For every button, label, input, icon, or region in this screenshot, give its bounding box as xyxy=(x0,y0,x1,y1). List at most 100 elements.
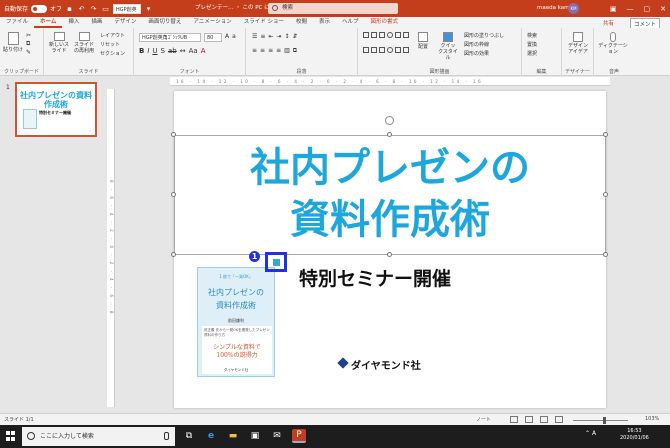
shapes-gallery[interactable] xyxy=(363,32,409,60)
format-painter-icon[interactable]: ✎ xyxy=(26,49,31,56)
minimize-icon[interactable]: — xyxy=(627,5,634,13)
store-icon[interactable]: ▣ xyxy=(248,429,262,443)
arrange-button[interactable]: 配置 xyxy=(418,32,428,50)
avatar[interactable]: KM xyxy=(568,3,579,14)
notes-button[interactable]: ノート xyxy=(476,416,491,423)
numbering-icon[interactable]: ≡ xyxy=(260,33,265,40)
taskbar-search[interactable]: ここに入力して検索 xyxy=(22,427,175,446)
maximize-icon[interactable]: ▢ xyxy=(644,5,651,13)
tab-slideshow[interactable]: スライド ショー xyxy=(238,17,290,28)
slide-title-line1[interactable]: 社内プレゼンの xyxy=(174,145,606,191)
customize-qat-icon[interactable]: ▾ xyxy=(144,4,153,13)
dictate-button[interactable]: ディクテーション xyxy=(598,32,628,55)
zoom-slider[interactable] xyxy=(573,420,628,421)
tab-home[interactable]: ホーム xyxy=(34,17,63,28)
tab-design[interactable]: デザイン xyxy=(108,17,142,28)
tab-view[interactable]: 表示 xyxy=(313,17,336,28)
select-button[interactable]: 選択 xyxy=(527,50,537,57)
section-button[interactable]: セクション xyxy=(100,50,125,57)
reading-view-icon[interactable] xyxy=(540,416,548,423)
slide-subtitle[interactable]: 特別セミナー開催 xyxy=(299,264,451,291)
line-spacing-icon[interactable]: ↕ xyxy=(284,33,289,40)
edge-icon[interactable]: e xyxy=(204,429,218,443)
reset-button[interactable]: リセット xyxy=(100,41,120,48)
shape-outline-button[interactable]: 図形の枠線 xyxy=(464,41,489,48)
redo-icon[interactable]: ↷ xyxy=(89,4,98,13)
strikethrough-icon[interactable]: ab xyxy=(168,47,177,55)
tab-help[interactable]: ヘルプ xyxy=(336,17,365,28)
file-explorer-icon[interactable]: ▬ xyxy=(226,429,240,443)
resize-handle-bottom[interactable] xyxy=(387,252,392,257)
slide-canvas[interactable]: 社内プレゼンの 資料作成術 特別セミナー開催 1 枚で「一発OK」 社内プレゼン… xyxy=(171,91,608,408)
zoom-level[interactable]: 103% xyxy=(645,416,659,422)
replace-button[interactable]: 置換 xyxy=(527,41,537,48)
tab-transitions[interactable]: 画面切り替え xyxy=(142,17,187,28)
grow-font-icon[interactable]: A xyxy=(225,33,229,40)
book-cover-image[interactable]: 1 枚で「一発OK」 社内プレゼンの 資料作成術 前田鎌利 孫正義 氏から一発O… xyxy=(197,267,275,377)
font-size-select[interactable]: 80 xyxy=(204,33,222,42)
windows-start-icon[interactable] xyxy=(6,431,16,441)
paste-button[interactable]: 貼り付け xyxy=(3,32,23,53)
columns-icon[interactable]: ▥ xyxy=(284,47,290,55)
tab-review[interactable]: 校閲 xyxy=(290,17,313,28)
copy-icon[interactable]: ⧉ xyxy=(26,40,31,48)
slideshow-icon[interactable]: ▭ xyxy=(101,4,110,13)
new-slide-button[interactable]: 新しいスライド xyxy=(49,32,69,54)
powerpoint-icon[interactable]: P xyxy=(292,429,306,443)
share-button[interactable]: 共有 xyxy=(603,19,614,27)
ribbon-display-icon[interactable]: ▣ xyxy=(610,5,617,13)
slideshow-view-icon[interactable] xyxy=(555,416,563,423)
undo-icon[interactable]: ↶ xyxy=(77,4,86,13)
font-color-icon[interactable]: A xyxy=(201,47,206,55)
smartart-icon[interactable]: ⧉ xyxy=(293,47,297,55)
slide-sorter-icon[interactable] xyxy=(525,416,533,423)
find-button[interactable]: 検索 xyxy=(527,32,537,39)
shape-fill-button[interactable]: 図形の塗りつぶし xyxy=(464,32,504,39)
tray-up-icon[interactable]: ⌃ xyxy=(585,430,590,437)
shrink-font-icon[interactable]: a xyxy=(232,33,236,40)
normal-view-icon[interactable] xyxy=(510,416,518,423)
char-spacing-icon[interactable]: ↔ xyxy=(180,47,186,55)
change-case-icon[interactable]: Aa xyxy=(189,47,198,55)
autosave-toggle[interactable] xyxy=(31,4,48,13)
shape-effects-button[interactable]: 図形の効果 xyxy=(464,50,489,57)
tab-draw[interactable]: 描画 xyxy=(85,17,108,28)
resize-handle-bl[interactable] xyxy=(171,252,176,257)
clock[interactable]: 16:53 2020/01/06 xyxy=(620,428,649,442)
shadow-icon[interactable]: S xyxy=(161,47,165,55)
zoom-slider-thumb[interactable] xyxy=(603,417,606,424)
justify-icon[interactable]: ≡ xyxy=(276,47,281,55)
search-box[interactable]: 検索 xyxy=(268,3,398,14)
slide-thumbnail[interactable]: 社内プレゼンの資料作成術 特別セミナー開催 xyxy=(15,82,97,137)
resize-handle-top[interactable] xyxy=(387,132,392,137)
resize-handle-tr[interactable] xyxy=(603,132,608,137)
mic-icon[interactable] xyxy=(164,432,169,440)
ime-indicator[interactable]: A xyxy=(592,430,596,437)
resize-handle-tl[interactable] xyxy=(171,132,176,137)
cut-icon[interactable]: ✂ xyxy=(26,32,31,39)
decrease-indent-icon[interactable]: ⇤ xyxy=(268,33,273,40)
rotate-handle-icon[interactable] xyxy=(385,116,394,125)
close-icon[interactable]: ✕ xyxy=(660,5,666,13)
italic-icon[interactable]: I xyxy=(147,47,149,55)
tab-file[interactable]: ファイル xyxy=(0,17,34,28)
underline-icon[interactable]: U xyxy=(152,47,157,55)
qat-font-box[interactable]: HGP創英 xyxy=(113,3,142,14)
tab-insert[interactable]: 挿入 xyxy=(62,17,85,28)
reuse-slides-button[interactable]: スライドの再利用 xyxy=(73,32,95,54)
quick-styles-button[interactable]: クイックスタイル xyxy=(438,32,458,61)
bullets-icon[interactable]: ☰ xyxy=(252,33,257,40)
tab-animations[interactable]: アニメーション xyxy=(187,17,237,28)
tab-shape-format[interactable]: 図形の書式 xyxy=(365,17,405,28)
align-center-icon[interactable]: ≡ xyxy=(260,47,265,55)
design-ideas-button[interactable]: デザインアイデア xyxy=(566,32,590,55)
increase-indent-icon[interactable]: ⇥ xyxy=(276,33,281,40)
slide-title-line2[interactable]: 資料作成術 xyxy=(174,197,606,243)
layout-button[interactable]: レイアウト xyxy=(100,32,125,39)
save-icon[interactable]: ▪ xyxy=(65,4,74,13)
bold-icon[interactable]: B xyxy=(139,47,144,55)
task-view-icon[interactable]: ⧉ xyxy=(182,429,196,443)
resize-handle-br[interactable] xyxy=(603,252,608,257)
font-name-select[interactable]: HGP創英角ｺﾞｼｯｸUB xyxy=(139,33,201,42)
mail-icon[interactable]: ✉ xyxy=(270,429,284,443)
